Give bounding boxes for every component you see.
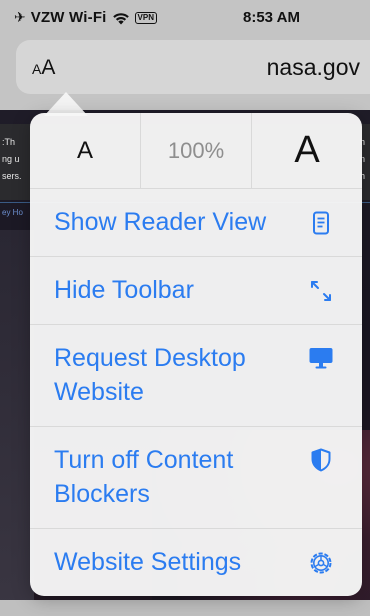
resize-arrows-icon	[308, 278, 334, 304]
domain-label[interactable]: nasa.gov	[267, 54, 360, 81]
zoom-percent[interactable]: 100%	[140, 113, 251, 188]
status-bar: ✈ VZW Wi-Fi VPN 8:53 AM	[0, 0, 370, 36]
background-text-line: sers.	[2, 171, 22, 181]
aa-small-letter: A	[32, 61, 42, 77]
airplane-icon: ✈	[14, 9, 26, 25]
background-link-text: ey Ho	[2, 208, 23, 217]
menu-item-label: Hide Toolbar	[54, 276, 194, 304]
page-settings-button[interactable]: A A	[32, 56, 55, 80]
background-text-line: :Th	[2, 137, 16, 147]
show-reader-view-item[interactable]: Show Reader View	[30, 188, 362, 256]
font-size-controls: A 100% A	[30, 113, 362, 189]
background-text-line: ng u	[2, 154, 20, 164]
menu-item-label: Show Reader View	[54, 208, 267, 236]
desktop-monitor-icon	[308, 345, 334, 371]
reader-view-icon	[308, 210, 334, 236]
menu-item-label: Website Settings	[54, 548, 242, 576]
background-image-strip	[0, 230, 34, 616]
background-bottom-bar	[0, 600, 370, 616]
turn-off-content-blockers-item[interactable]: Turn off Content Blockers	[30, 426, 362, 528]
aa-large-letter: A	[41, 56, 56, 79]
menu-item-label: Request Desktop Website	[54, 344, 246, 406]
hide-toolbar-item[interactable]: Hide Toolbar	[30, 256, 362, 324]
website-settings-item[interactable]: Website Settings	[30, 528, 362, 596]
address-bar[interactable]: A A nasa.gov	[16, 40, 370, 94]
carrier-label: VZW Wi-Fi	[30, 9, 107, 26]
menu-item-label: Turn off Content Blockers	[54, 446, 234, 508]
wifi-icon	[112, 12, 129, 24]
status-left: ✈ VZW Wi-Fi VPN	[14, 9, 157, 26]
decrease-font-button[interactable]: A	[30, 113, 140, 188]
page-settings-popover: A 100% A Show Reader View Hide Toolbar R…	[30, 113, 362, 596]
vpn-badge: VPN	[134, 11, 157, 24]
increase-font-button[interactable]: A	[251, 113, 362, 188]
shield-icon	[308, 447, 334, 473]
request-desktop-website-item[interactable]: Request Desktop Website	[30, 324, 362, 426]
status-time: 8:53 AM	[243, 9, 300, 26]
gear-icon	[308, 550, 334, 576]
